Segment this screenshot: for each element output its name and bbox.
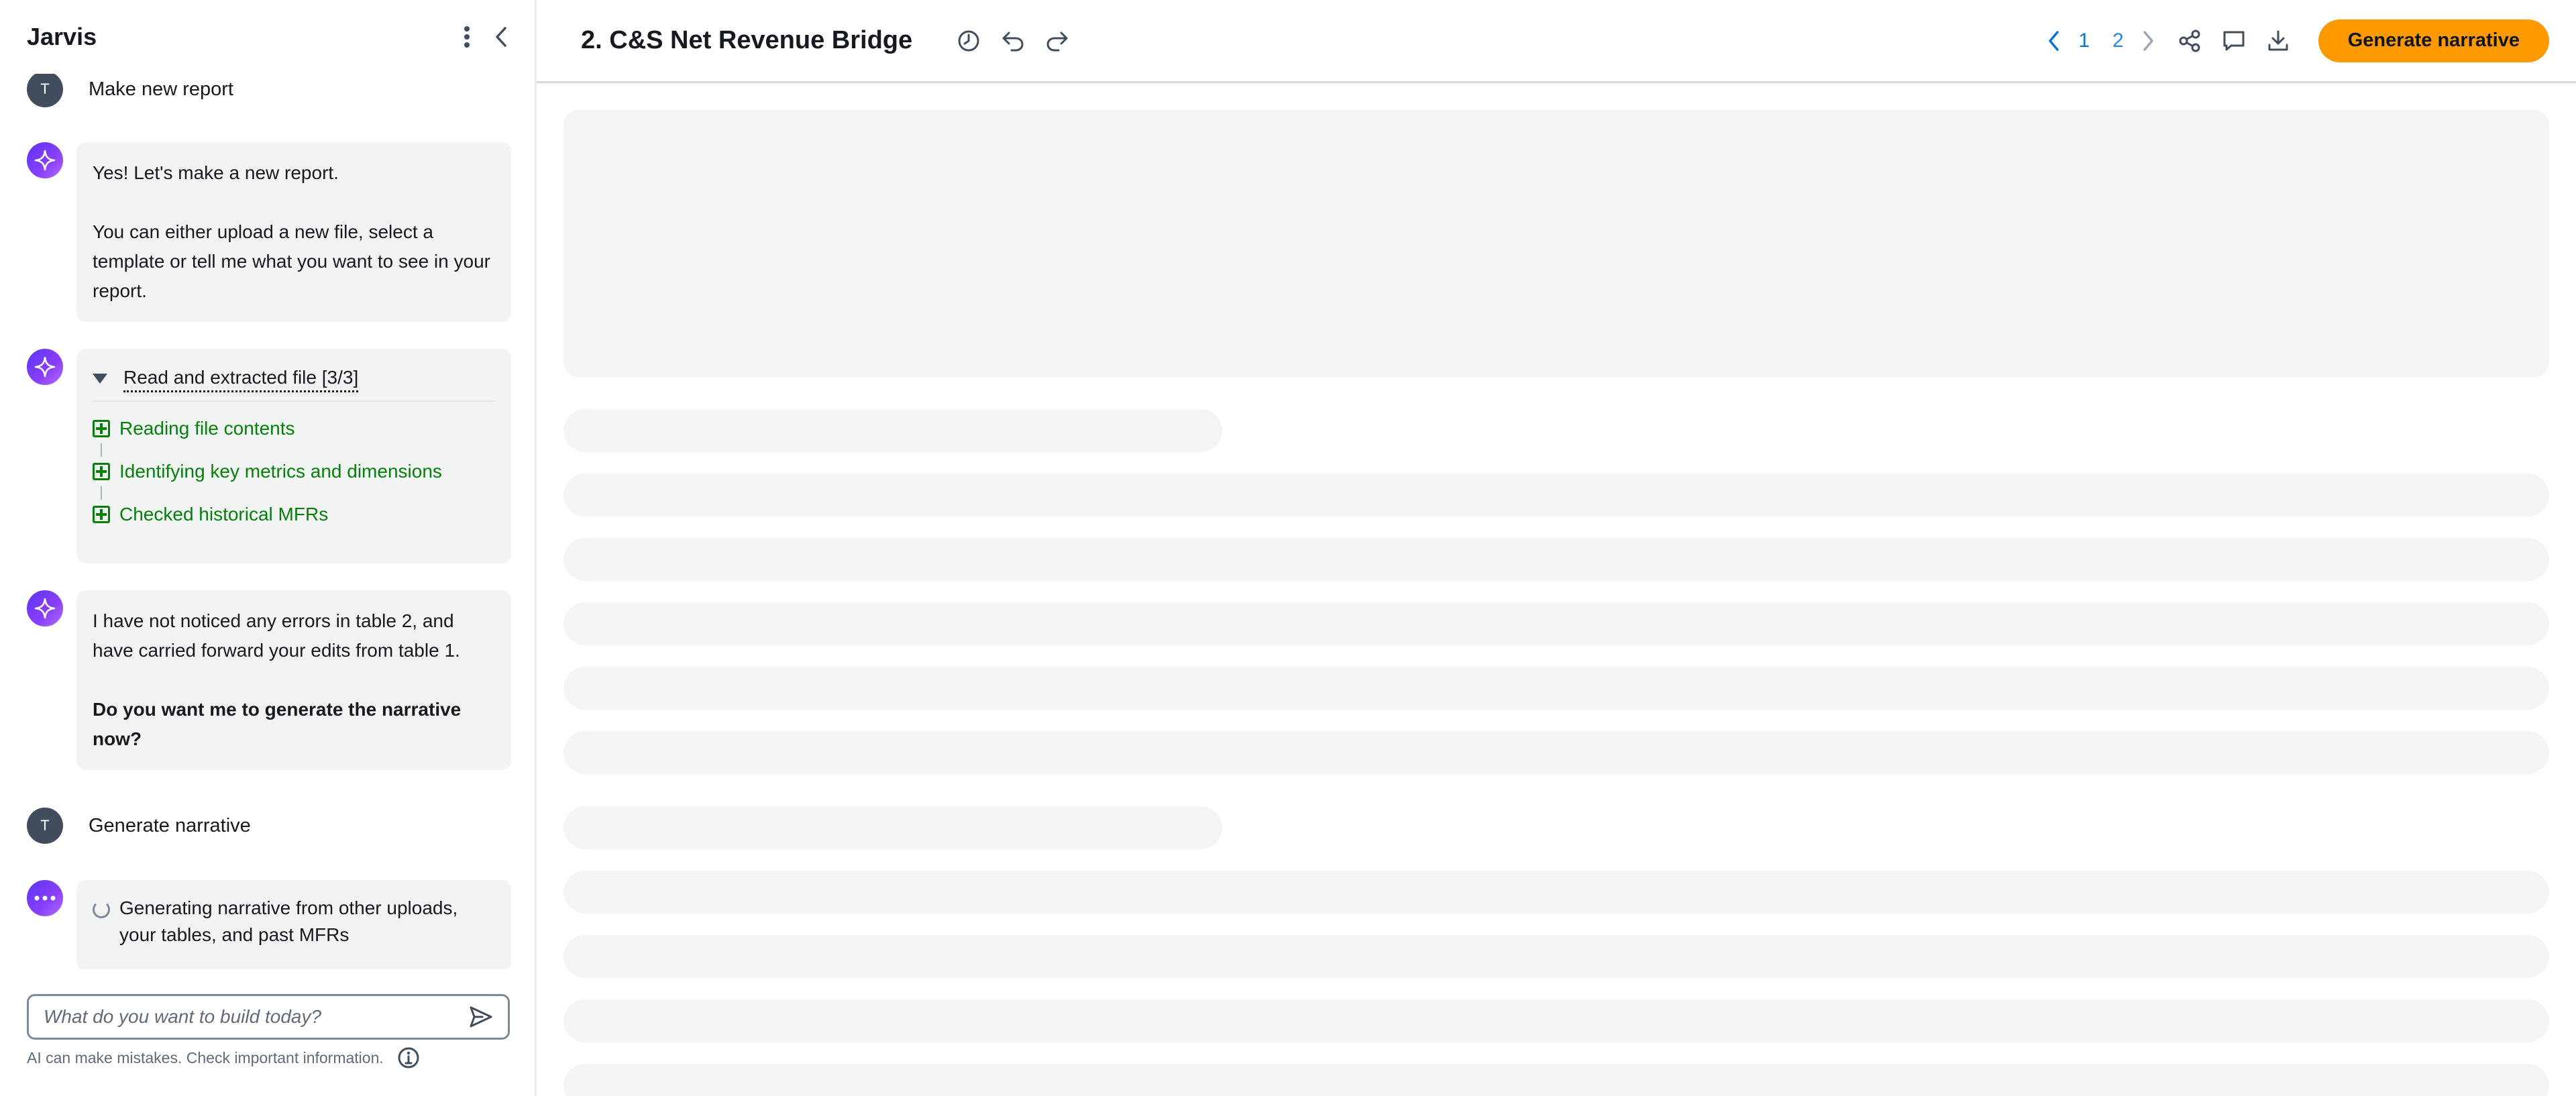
page-title: 2. C&S Net Revenue Bridge (581, 26, 913, 54)
task-step-label: Checked historical MFRs (119, 504, 329, 525)
generating-status: Generating narrative from other uploads,… (93, 895, 495, 948)
sidebar-actions (464, 25, 508, 48)
assistant-message: Generating narrative from other uploads,… (27, 880, 511, 969)
sparkle-icon (27, 349, 63, 385)
assistant-message: I have not noticed any errors in table 2… (27, 590, 511, 770)
report-canvas-loading (564, 110, 2549, 1096)
task-steps: Reading file contents Identifying key me… (93, 414, 495, 529)
info-icon[interactable] (397, 1046, 420, 1069)
task-progress-card: Read and extracted file [3/3] Reading fi… (76, 349, 511, 563)
task-header[interactable]: Read and extracted file [3/3] (93, 365, 495, 402)
chat-sidebar: Jarvis T Make new report Yes! Let's make… (0, 0, 537, 1096)
task-step-label: Reading file contents (119, 418, 295, 439)
ai-disclaimer: AI can make mistakes. Check important in… (27, 1046, 420, 1069)
task-title[interactable]: Read and extracted file [3/3] (123, 365, 359, 392)
check-square-icon (93, 463, 110, 480)
user-avatar: T (27, 71, 63, 107)
chevron-left-icon[interactable] (494, 26, 508, 48)
chevron-left-icon[interactable] (2047, 30, 2059, 52)
document-tools (2178, 29, 2290, 53)
assistant-bubble: I have not noticed any errors in table 2… (76, 590, 511, 770)
generate-narrative-button[interactable]: Generate narrative (2318, 19, 2549, 62)
spinner-icon (93, 901, 110, 918)
history-icon[interactable] (957, 29, 981, 53)
user-avatar: T (27, 808, 63, 844)
app-root: Jarvis T Make new report Yes! Let's make… (0, 0, 2576, 1096)
redo-icon[interactable] (1045, 30, 1069, 52)
skeleton-chart-block (564, 110, 2549, 377)
step-connector (101, 486, 102, 500)
skeleton-line (564, 602, 2549, 645)
skeleton-line (564, 871, 2549, 914)
assistant-text: Yes! Let's make a new report. (93, 162, 339, 183)
page-number-1[interactable]: 1 (2074, 30, 2094, 52)
editor-toolbar: 2. C&S Net Revenue Bridge 1 2 Generate n… (537, 0, 2576, 83)
typing-dots-icon (27, 880, 63, 916)
check-square-icon (93, 420, 110, 437)
caret-down-icon[interactable] (93, 374, 107, 384)
assistant-question: Do you want me to generate the narrative… (93, 699, 462, 749)
assistant-bubble: Yes! Let's make a new report. You can ei… (76, 142, 511, 322)
step-connector (101, 443, 102, 457)
more-vertical-icon[interactable] (464, 25, 470, 48)
skeleton-line (564, 538, 2549, 581)
app-name: Jarvis (27, 23, 97, 50)
skeleton-line (564, 999, 2549, 1042)
assistant-text: You can either upload a new file, select… (93, 221, 490, 301)
assistant-text: I have not noticed any errors in table 2… (93, 610, 460, 661)
user-message-text: Generate narrative (89, 815, 251, 836)
download-icon[interactable] (2266, 29, 2290, 53)
skeleton-heading (564, 409, 1222, 452)
page-pagination: 1 2 (2047, 30, 2154, 52)
skeleton-line (564, 1064, 2549, 1096)
generating-status-text: Generating narrative from other uploads,… (119, 897, 458, 945)
disclaimer-text: AI can make mistakes. Check important in… (27, 1048, 384, 1066)
history-tools (957, 29, 1069, 53)
task-step: Checked historical MFRs (93, 500, 495, 529)
skeleton-line (564, 667, 2549, 710)
page-number-2[interactable]: 2 (2108, 30, 2128, 52)
assistant-message: Yes! Let's make a new report. You can ei… (27, 142, 511, 322)
share-icon[interactable] (2178, 29, 2202, 53)
user-message: T Generate narrative (27, 808, 251, 844)
skeleton-heading (564, 806, 1222, 849)
send-icon[interactable] (469, 1005, 493, 1028)
chevron-right-icon[interactable] (2143, 30, 2155, 52)
user-message-text: Make new report (89, 78, 233, 100)
sidebar-header: Jarvis (0, 0, 535, 74)
report-editor: 2. C&S Net Revenue Bridge 1 2 Generate n… (537, 0, 2576, 1096)
undo-icon[interactable] (1001, 30, 1025, 52)
chat-thread: T Make new report Yes! Let's make a new … (0, 67, 535, 969)
chat-composer (27, 994, 510, 1040)
sparkle-icon (27, 142, 63, 178)
comment-icon[interactable] (2222, 29, 2246, 53)
sparkle-icon (27, 590, 63, 626)
user-message: T Make new report (27, 71, 233, 107)
task-step: Reading file contents (93, 414, 495, 443)
task-step: Identifying key metrics and dimensions (93, 457, 495, 486)
skeleton-line (564, 935, 2549, 978)
check-square-icon (93, 506, 110, 523)
assistant-message: Read and extracted file [3/3] Reading fi… (27, 349, 511, 563)
prompt-input[interactable] (44, 1006, 469, 1028)
assistant-bubble: Generating narrative from other uploads,… (76, 880, 511, 969)
skeleton-line (564, 731, 2549, 774)
skeleton-line (564, 474, 2549, 516)
task-step-label: Identifying key metrics and dimensions (119, 461, 442, 482)
